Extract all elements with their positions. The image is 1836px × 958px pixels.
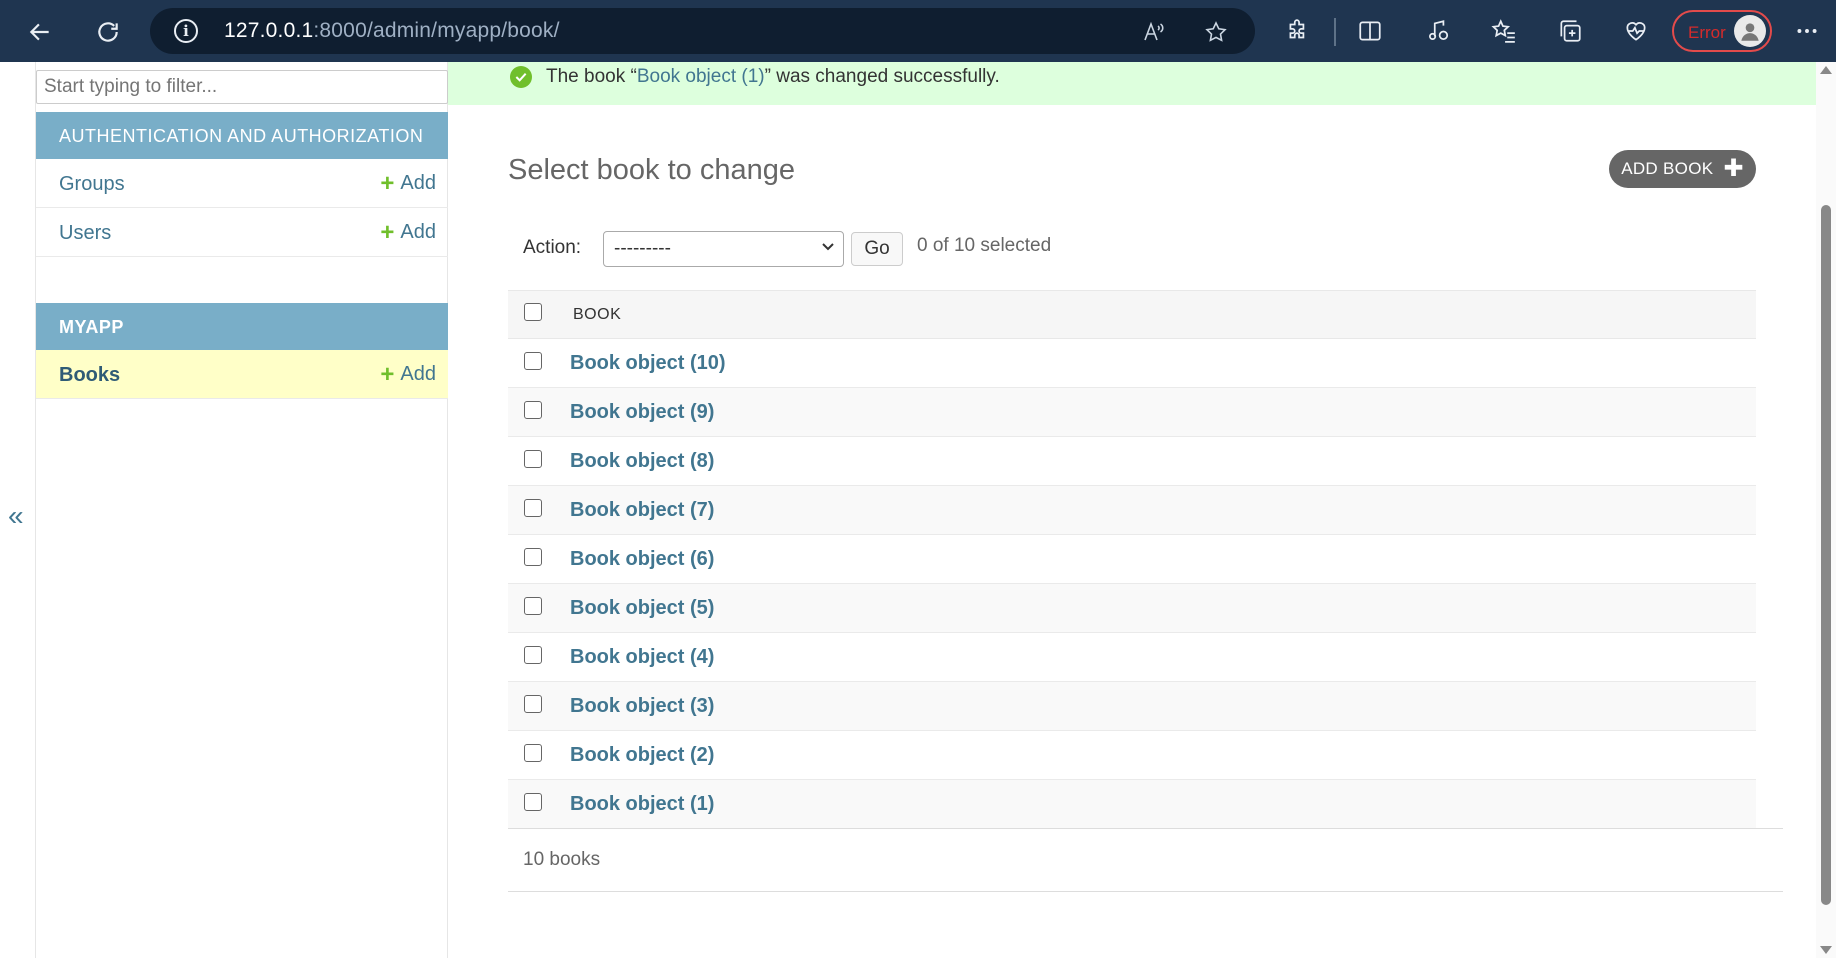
refresh-icon[interactable] bbox=[88, 12, 128, 52]
toolbar-divider bbox=[1334, 18, 1336, 46]
success-message: The book “Book object (1)” was changed s… bbox=[448, 62, 1816, 105]
scroll-down-icon[interactable] bbox=[1820, 946, 1832, 954]
table-row: Book object (6) bbox=[508, 535, 1756, 584]
profile-status: Error bbox=[1688, 23, 1726, 42]
add-label: Add bbox=[400, 363, 436, 385]
select-all-checkbox[interactable] bbox=[524, 303, 542, 321]
page-title: Select book to change bbox=[508, 154, 795, 186]
media-icon[interactable] bbox=[1421, 14, 1455, 48]
users-link[interactable]: Users bbox=[59, 222, 111, 245]
book-object-link[interactable]: Book object (2) bbox=[570, 744, 714, 767]
table-row: Book object (7) bbox=[508, 486, 1756, 535]
add-label: Add bbox=[400, 221, 436, 243]
row-checkbox[interactable] bbox=[524, 499, 542, 517]
row-checkbox[interactable] bbox=[524, 352, 542, 370]
plus-icon: ✚ bbox=[1723, 155, 1744, 182]
table-row: Book object (5) bbox=[508, 584, 1756, 633]
address-bar[interactable]: i 127.0.0.1:8000/admin/myapp/book/ bbox=[150, 8, 1255, 54]
table-row: Book object (10) bbox=[508, 339, 1756, 388]
book-object-link[interactable]: Book object (6) bbox=[570, 548, 714, 571]
book-object-link[interactable]: Book object (8) bbox=[570, 450, 714, 473]
profile-button[interactable]: Error bbox=[1672, 10, 1772, 52]
row-checkbox[interactable] bbox=[524, 401, 542, 419]
row-checkbox[interactable] bbox=[524, 450, 542, 468]
table-header: BOOK bbox=[508, 290, 1756, 339]
actions-bar: Action: --------- Go 0 of 10 selected bbox=[508, 227, 1756, 277]
table-row: Book object (1) bbox=[508, 780, 1756, 829]
scrollbar-thumb[interactable] bbox=[1821, 205, 1831, 905]
profile-icon bbox=[1734, 15, 1766, 47]
row-checkbox[interactable] bbox=[524, 695, 542, 713]
paginator: 10 books bbox=[508, 828, 1783, 892]
books-link[interactable]: Books bbox=[59, 364, 120, 387]
favorite-star-icon[interactable] bbox=[1202, 18, 1230, 46]
selection-count: 0 of 10 selected bbox=[917, 235, 1052, 256]
plus-icon: + bbox=[380, 169, 395, 197]
row-checkbox[interactable] bbox=[524, 548, 542, 566]
browser-toolbar: i 127.0.0.1:8000/admin/myapp/book/ Error bbox=[0, 0, 1836, 62]
performance-icon[interactable] bbox=[1619, 14, 1653, 48]
add-group-link[interactable]: + Add bbox=[380, 169, 436, 197]
groups-link[interactable]: Groups bbox=[59, 173, 125, 196]
nav-sidebar: AUTHENTICATION AND AUTHORIZATION Groups … bbox=[35, 62, 448, 958]
url-text[interactable]: 127.0.0.1:8000/admin/myapp/book/ bbox=[224, 19, 560, 43]
scroll-up-icon[interactable] bbox=[1820, 66, 1832, 74]
book-object-link[interactable]: Book object (9) bbox=[570, 401, 714, 424]
action-label: Action: bbox=[523, 237, 582, 258]
changed-object-link[interactable]: Book object (1) bbox=[637, 66, 765, 87]
table-row: Book object (2) bbox=[508, 731, 1756, 780]
info-icon[interactable]: i bbox=[174, 19, 198, 43]
row-checkbox[interactable] bbox=[524, 597, 542, 615]
success-check-icon bbox=[510, 66, 532, 88]
back-arrow-icon[interactable] bbox=[20, 12, 60, 52]
sidebar-item-books: Books + Add bbox=[36, 350, 448, 399]
plus-icon: + bbox=[380, 360, 395, 388]
go-button[interactable]: Go bbox=[851, 232, 903, 266]
row-checkbox[interactable] bbox=[524, 793, 542, 811]
chevron-down-icon bbox=[822, 243, 834, 251]
sidebar-item-users: Users + Add bbox=[36, 208, 448, 257]
app-header-myapp[interactable]: MYAPP bbox=[36, 303, 448, 350]
add-book-link[interactable]: + Add bbox=[380, 360, 436, 388]
result-count: 10 books bbox=[523, 849, 601, 870]
read-aloud-icon[interactable] bbox=[1140, 18, 1168, 46]
action-select[interactable]: --------- bbox=[603, 231, 844, 267]
sidebar-item-groups: Groups + Add bbox=[36, 159, 448, 208]
table-row: Book object (3) bbox=[508, 682, 1756, 731]
table-row: Book object (4) bbox=[508, 633, 1756, 682]
book-object-link[interactable]: Book object (4) bbox=[570, 646, 714, 669]
row-checkbox[interactable] bbox=[524, 744, 542, 762]
result-list: BOOK Book object (10) Book object (9) Book… bbox=[508, 290, 1756, 829]
more-icon[interactable] bbox=[1790, 14, 1824, 48]
split-screen-icon[interactable] bbox=[1353, 14, 1387, 48]
app-header-auth[interactable]: AUTHENTICATION AND AUTHORIZATION bbox=[36, 112, 448, 159]
success-message-text: The book “Book object (1)” was changed s… bbox=[546, 66, 1000, 87]
add-label: Add bbox=[400, 172, 436, 194]
book-object-link[interactable]: Book object (3) bbox=[570, 695, 714, 718]
book-object-link[interactable]: Book object (1) bbox=[570, 793, 714, 816]
collections-icon[interactable] bbox=[1553, 14, 1587, 48]
row-checkbox[interactable] bbox=[524, 646, 542, 664]
extensions-icon[interactable] bbox=[1281, 14, 1315, 48]
table-row: Book object (9) bbox=[508, 388, 1756, 437]
page-scrollbar[interactable] bbox=[1816, 62, 1836, 958]
book-object-link[interactable]: Book object (5) bbox=[570, 597, 714, 620]
column-header-book[interactable]: BOOK bbox=[573, 306, 621, 324]
table-row: Book object (8) bbox=[508, 437, 1756, 486]
favorites-list-icon[interactable] bbox=[1487, 14, 1521, 48]
collapse-sidebar-icon[interactable]: « bbox=[8, 500, 24, 532]
plus-icon: + bbox=[380, 218, 395, 246]
admin-page: « AUTHENTICATION AND AUTHORIZATION Group… bbox=[0, 62, 1836, 958]
add-user-link[interactable]: + Add bbox=[380, 218, 436, 246]
sidebar-filter-input[interactable] bbox=[36, 70, 448, 104]
add-book-label: ADD BOOK bbox=[1621, 159, 1714, 178]
add-book-button[interactable]: ADD BOOK ✚ bbox=[1609, 150, 1756, 188]
book-object-link[interactable]: Book object (10) bbox=[570, 352, 726, 375]
action-selected-value: --------- bbox=[614, 238, 671, 259]
book-object-link[interactable]: Book object (7) bbox=[570, 499, 714, 522]
